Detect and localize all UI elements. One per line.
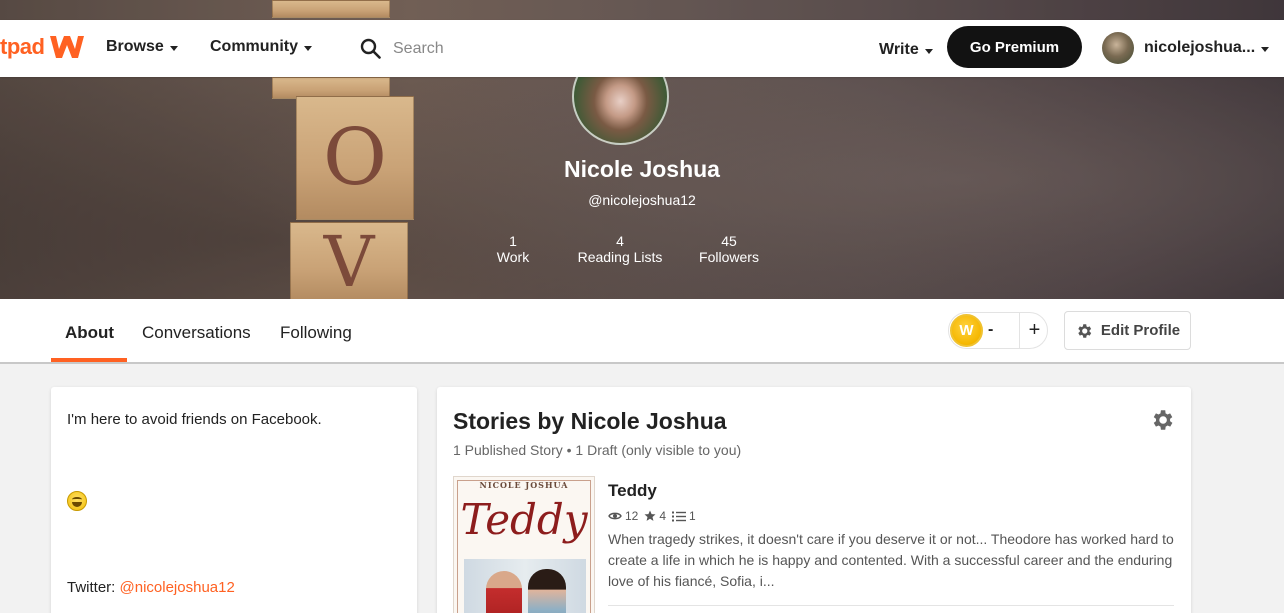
about-card: I'm here to avoid friends on Facebook. T… [51,387,417,613]
stat-value: 45 [721,233,737,249]
active-tab-indicator [51,358,127,362]
go-premium-button[interactable]: Go Premium [947,26,1082,68]
caret-down-icon [1261,46,1270,52]
stat-value: 1 [509,233,517,249]
add-coins-button[interactable]: + [1019,313,1049,348]
cover-photo [464,559,586,613]
stories-heading: Stories by Nicole Joshua [453,408,727,434]
stories-card: Stories by Nicole Joshua 1 Published Sto… [437,387,1191,613]
profile-bio: I'm here to avoid friends on Facebook. [67,411,322,428]
user-name: nicolejoshua... [1144,39,1256,56]
twitter-link[interactable]: @nicolejoshua12 [120,579,235,596]
story-title[interactable]: Teddy [608,481,657,501]
tab-following[interactable]: Following [280,323,352,343]
user-menu[interactable]: nicolejoshua... [1102,32,1270,64]
browse-menu[interactable]: Browse [106,38,178,56]
stat-label: Work [496,249,530,265]
gear-icon [1078,323,1092,338]
divider [608,605,1174,606]
caret-down-icon [169,45,178,51]
search-icon[interactable] [360,38,381,59]
profile-handle: @nicolejoshua12 [588,192,696,208]
write-label: Write [879,41,919,58]
letter-block [272,0,390,18]
eye-icon [608,512,622,520]
tab-about[interactable]: About [65,323,114,343]
cover-author: NICOLE JOSHUA [479,480,569,490]
edit-profile-label: Edit Profile [1100,322,1181,339]
browse-label: Browse [106,38,164,55]
letter-block: V [290,221,408,299]
reads-count: 12 [625,509,639,523]
stat-label: Followers [699,249,759,265]
stat-value: 4 [616,233,624,249]
logo-text: tpad [0,34,45,59]
user-avatar [1102,32,1134,64]
votes-count: 4 [659,509,667,523]
stat-followers[interactable]: 45 Followers [690,233,768,265]
search-bar [360,38,653,59]
story-stats: 12 4 1 [608,509,702,523]
community-menu[interactable]: Community [210,38,312,56]
star-icon [644,510,656,521]
wattpad-logo[interactable]: tpad [0,32,86,62]
search-input[interactable] [393,39,653,58]
cover-figure [486,571,522,613]
caret-down-icon [304,45,312,51]
stories-summary: 1 Published Story • 1 Draft (only visibl… [453,442,742,458]
cover-figure [528,569,566,613]
top-nav: tpad Browse Community Write Go Premium n… [0,20,1284,77]
list-icon [672,511,687,521]
community-label: Community [210,38,298,55]
profile-name: Nicole Joshua [564,156,720,182]
stat-works[interactable]: 1 Work [478,233,548,265]
gear-icon[interactable] [1149,407,1175,433]
letter-block-glyph: V [323,221,375,299]
story-cover[interactable]: NICOLE JOSHUA Teddy [453,476,595,613]
stat-reading-lists[interactable]: 4 Reading Lists [570,233,670,265]
laughing-emoji-icon [67,491,87,511]
caret-down-icon [924,48,933,54]
twitter-label: Twitter: [67,579,120,596]
edit-profile-button[interactable]: Edit Profile [1064,311,1191,350]
coin-icon: W [950,314,983,347]
parts-count: 1 [689,509,696,523]
coin-balance: W - + [948,312,1048,349]
cover-title: Teddy [460,495,588,544]
write-menu[interactable]: Write [879,41,933,59]
coin-count: - [988,321,994,338]
wattpad-w-icon [50,36,85,58]
stat-label: Reading Lists [577,249,663,265]
twitter-line: Twitter: @nicolejoshua12 [67,579,235,596]
story-description: When tragedy strikes, it doesn't care if… [608,531,1174,589]
tab-conversations[interactable]: Conversations [142,323,251,343]
profile-tabs: About Conversations Following W - + Edit… [0,299,1284,364]
